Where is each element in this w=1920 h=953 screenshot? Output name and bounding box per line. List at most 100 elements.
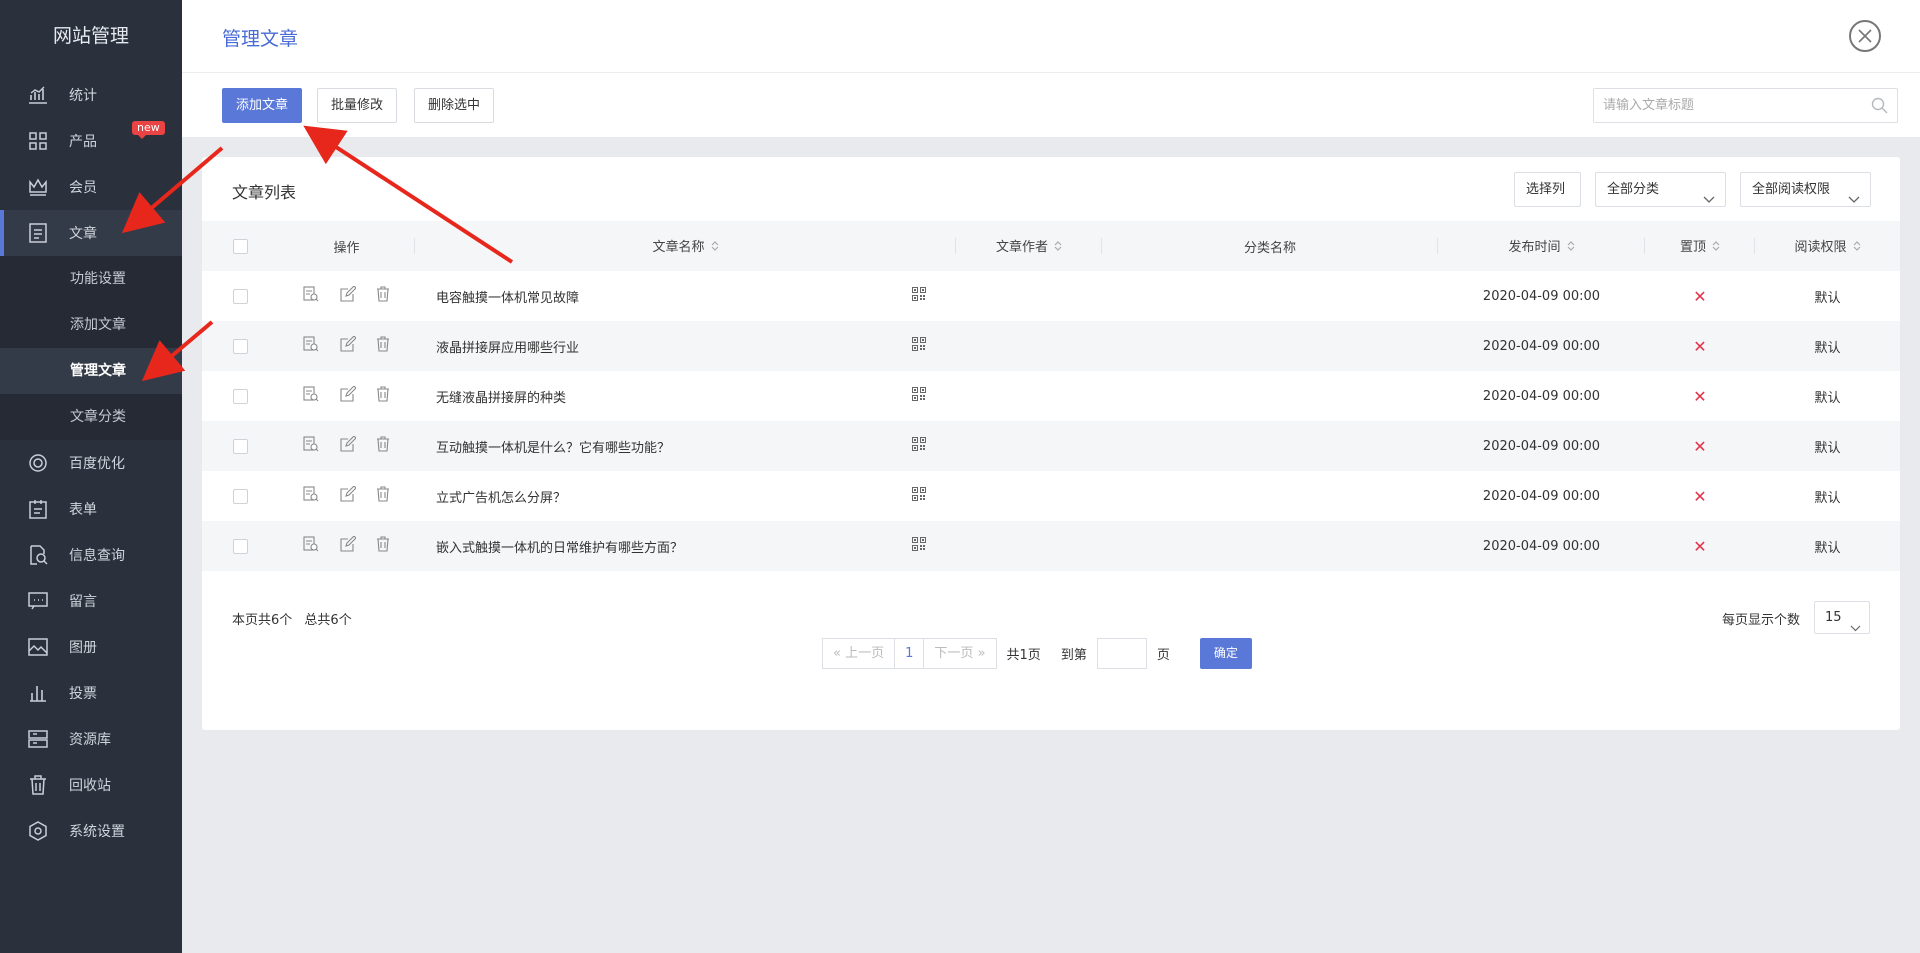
article-name[interactable]: 立式广告机怎么分屏？	[436, 487, 566, 506]
row-select-cell	[202, 371, 278, 421]
table-row: 液晶拼接屏应用哪些行业 2020-04-09 00:00 ✕ 默认	[202, 321, 1900, 371]
delete-icon[interactable]	[376, 486, 390, 506]
sort-icon[interactable]	[711, 240, 719, 256]
row-checkbox[interactable]	[232, 438, 248, 454]
pin-status[interactable]: ✕	[1645, 471, 1755, 521]
sidebar-item-system-settings[interactable]: 系统设置	[0, 808, 182, 854]
sidebar-item-messages[interactable]: 留言	[0, 578, 182, 624]
column-header-time[interactable]: 发布时间	[1438, 221, 1645, 271]
sidebar-item-stats[interactable]: 统计	[0, 72, 182, 118]
pin-status[interactable]: ✕	[1645, 521, 1755, 571]
qr-code-icon[interactable]	[912, 537, 926, 555]
confirm-page-button[interactable]: 确定	[1199, 638, 1252, 669]
row-checkbox[interactable]	[232, 388, 248, 404]
article-category	[1102, 371, 1438, 421]
not-pinned-icon: ✕	[1693, 486, 1707, 506]
close-button[interactable]	[1849, 20, 1881, 52]
article-category	[1102, 471, 1438, 521]
delete-icon[interactable]	[376, 336, 390, 356]
sidebar-item-members[interactable]: 会员	[0, 164, 182, 210]
sidebar-item-votes[interactable]: 投票	[0, 670, 182, 716]
pin-status[interactable]: ✕	[1645, 321, 1755, 371]
sort-icon[interactable]	[1054, 240, 1062, 256]
sidebar-sub-article-categories[interactable]: 文章分类	[0, 394, 182, 440]
permission-filter-select[interactable]: 全部阅读权限	[1740, 172, 1871, 207]
preview-icon[interactable]	[303, 336, 319, 356]
pin-status[interactable]: ✕	[1645, 371, 1755, 421]
not-pinned-icon: ✕	[1693, 386, 1707, 406]
add-article-button[interactable]: 添加文章	[222, 88, 303, 123]
select-columns-button[interactable]: 选择列	[1514, 172, 1581, 207]
read-permission: 默认	[1755, 321, 1900, 371]
qr-code-icon[interactable]	[912, 487, 926, 505]
row-actions	[278, 471, 415, 521]
publish-time: 2020-04-09 00:00	[1482, 388, 1601, 404]
qr-code-icon[interactable]	[912, 387, 926, 405]
sidebar-sub-add-article[interactable]: 添加文章	[0, 302, 182, 348]
row-checkbox[interactable]	[232, 338, 248, 354]
prev-page-button[interactable]: « 上一页	[822, 638, 896, 669]
delete-icon[interactable]	[376, 536, 390, 556]
qr-code-icon[interactable]	[912, 287, 926, 305]
qr-code-icon[interactable]	[912, 337, 926, 355]
preview-icon[interactable]	[303, 286, 319, 306]
sidebar-item-seo[interactable]: 百度优化	[0, 440, 182, 486]
row-select-cell	[202, 321, 278, 371]
sidebar-item-albums[interactable]: 图册	[0, 624, 182, 670]
column-header-top[interactable]: 置顶	[1645, 221, 1755, 271]
preview-icon[interactable]	[303, 536, 319, 556]
pin-status[interactable]: ✕	[1645, 271, 1755, 321]
preview-icon[interactable]	[303, 486, 319, 506]
sidebar-sub-manage-articles[interactable]: 管理文章	[0, 348, 182, 394]
article-list-card: 文章列表 选择列 全部分类 全部阅读权限 操作 文章名称 文章作者 分类名称 发…	[202, 157, 1900, 730]
edit-icon[interactable]	[339, 435, 357, 456]
article-author	[956, 271, 1102, 321]
column-header-author[interactable]: 文章作者	[956, 221, 1102, 271]
delete-icon[interactable]	[376, 386, 390, 406]
sidebar-sub-feature-settings[interactable]: 功能设置	[0, 256, 182, 302]
sort-icon[interactable]	[1567, 240, 1575, 256]
search-icon[interactable]	[1871, 97, 1888, 118]
column-header-permission[interactable]: 阅读权限	[1755, 221, 1900, 271]
edit-icon[interactable]	[339, 285, 357, 306]
next-page-button[interactable]: 下一页 »	[923, 638, 997, 669]
edit-icon[interactable]	[339, 485, 357, 506]
delete-selected-button[interactable]: 删除选中	[414, 88, 495, 123]
sort-icon[interactable]	[1712, 240, 1720, 256]
article-name[interactable]: 无缝液晶拼接屏的种类	[436, 387, 566, 406]
sidebar-item-forms[interactable]: 表单	[0, 486, 182, 532]
delete-icon[interactable]	[376, 436, 390, 456]
preview-icon[interactable]	[303, 436, 319, 456]
row-checkbox[interactable]	[232, 538, 248, 554]
article-name[interactable]: 互动触摸一体机是什么？它有哪些功能？	[436, 437, 670, 456]
sidebar-item-resources[interactable]: 资源库	[0, 716, 182, 762]
per-page-select[interactable]: 15	[1814, 601, 1870, 634]
search-input[interactable]	[1594, 89, 1854, 122]
batch-edit-button[interactable]: 批量修改	[317, 88, 398, 123]
article-name[interactable]: 液晶拼接屏应用哪些行业	[436, 337, 579, 356]
row-checkbox[interactable]	[232, 488, 248, 504]
current-page[interactable]: 1	[895, 638, 924, 669]
select-all-cell	[202, 221, 278, 271]
delete-icon[interactable]	[376, 286, 390, 306]
article-name[interactable]: 嵌入式触摸一体机的日常维护有哪些方面？	[436, 537, 683, 556]
goto-page-input[interactable]	[1096, 638, 1147, 669]
article-name[interactable]: 电容触摸一体机常见故障	[436, 287, 579, 306]
sidebar-item-recycle[interactable]: 回收站	[0, 762, 182, 808]
column-header-name[interactable]: 文章名称	[415, 221, 956, 271]
category-filter-select[interactable]: 全部分类	[1595, 172, 1726, 207]
sidebar-item-products[interactable]: 产品 new	[0, 118, 182, 164]
edit-icon[interactable]	[339, 535, 357, 556]
select-all-checkbox[interactable]	[232, 238, 248, 254]
qr-code-icon[interactable]	[912, 437, 926, 455]
pin-status[interactable]: ✕	[1645, 421, 1755, 471]
sidebar-item-articles[interactable]: 文章	[0, 210, 182, 256]
edit-icon[interactable]	[339, 385, 357, 406]
permission-filter-value: 全部阅读权限	[1752, 182, 1831, 197]
preview-icon[interactable]	[303, 386, 319, 406]
row-checkbox[interactable]	[232, 288, 248, 304]
sort-icon[interactable]	[1853, 240, 1861, 256]
publish-time: 2020-04-09 00:00	[1438, 421, 1645, 471]
sidebar-item-info-query[interactable]: 信息查询	[0, 532, 182, 578]
edit-icon[interactable]	[339, 335, 357, 356]
